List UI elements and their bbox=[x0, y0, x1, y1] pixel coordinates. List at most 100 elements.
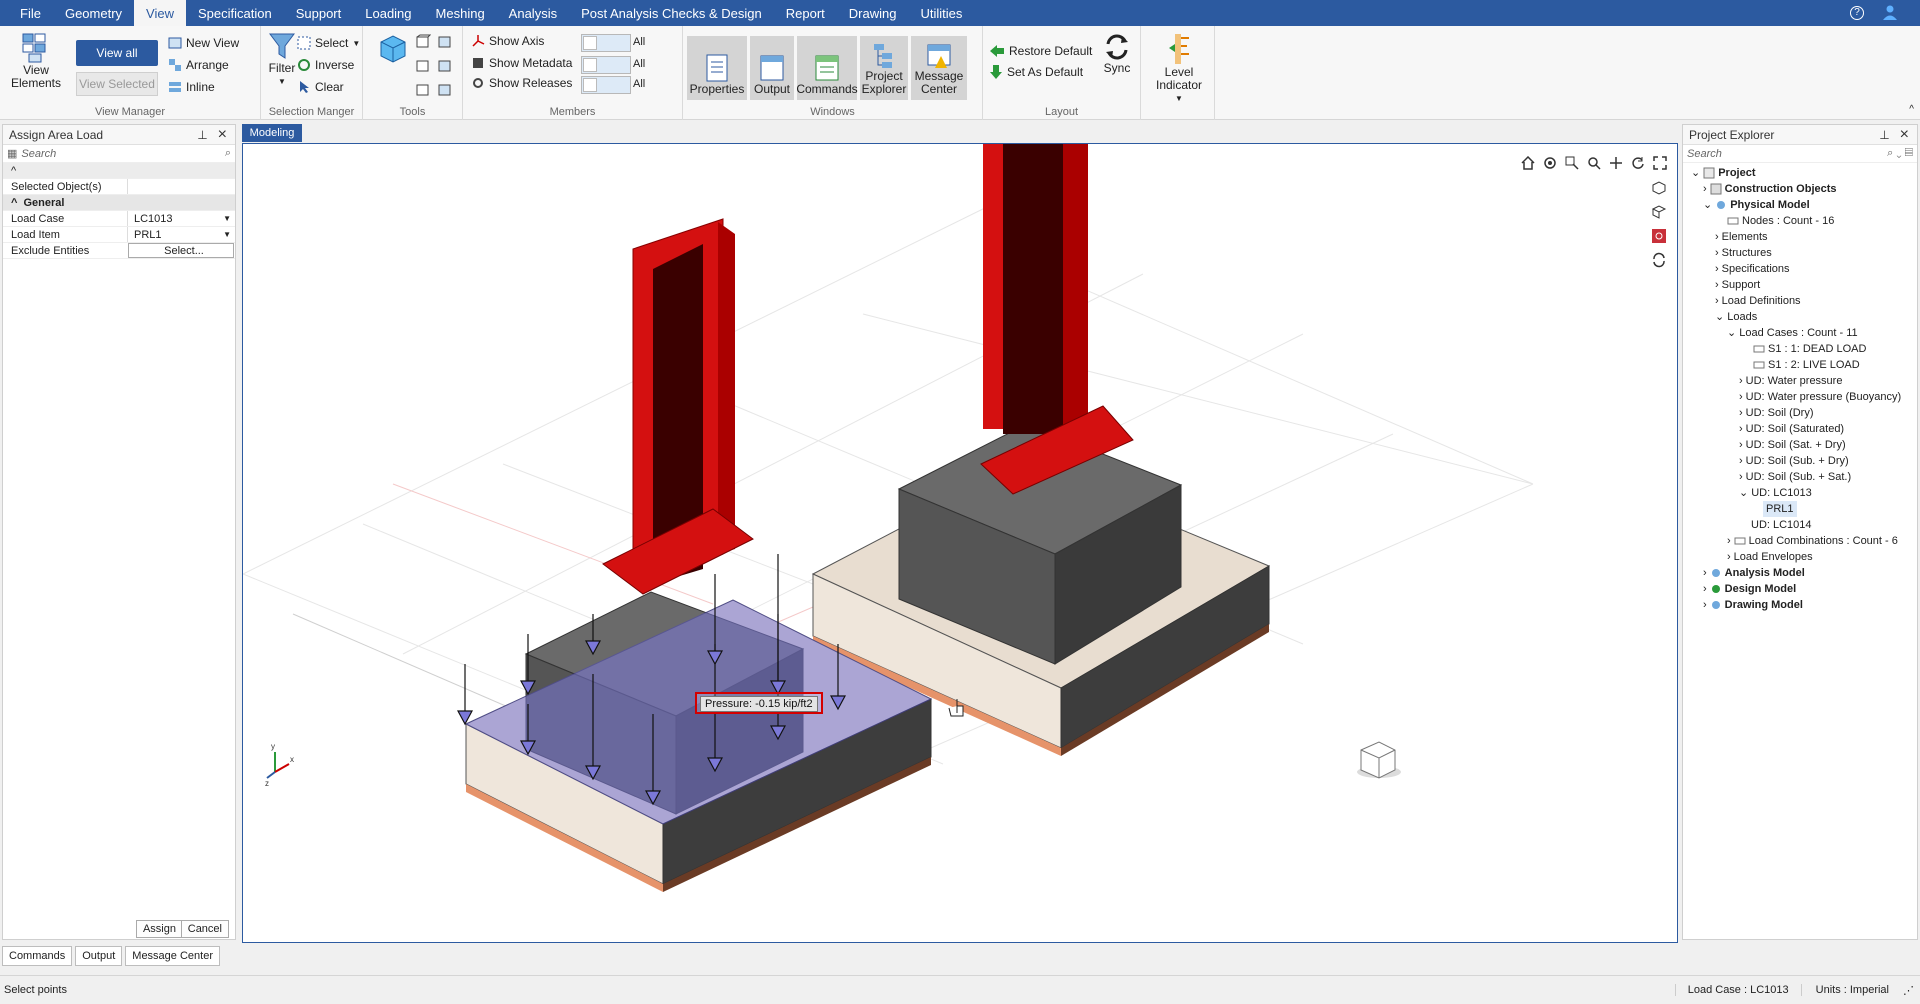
cancel-button[interactable]: Cancel bbox=[180, 920, 229, 938]
tree-node-soil-sat-dry[interactable]: › UD: Soil (Sat. + Dry) bbox=[1739, 437, 1846, 453]
tree-node-nodes[interactable]: Nodes : Count - 16 bbox=[1727, 213, 1834, 229]
cube-view-icon[interactable] bbox=[377, 32, 409, 64]
tree-node-lc1014[interactable]: UD: LC1014 bbox=[1751, 517, 1812, 533]
set-as-default-button[interactable]: Set As Default bbox=[989, 64, 1083, 80]
user-icon[interactable] bbox=[1882, 4, 1898, 23]
search-icon[interactable]: ⌕ ⌄ ▤ bbox=[1887, 147, 1913, 160]
tree-node-specifications[interactable]: › Specifications bbox=[1715, 261, 1790, 277]
selected-objects-value[interactable] bbox=[127, 179, 235, 194]
output-button[interactable]: Output bbox=[750, 36, 794, 100]
menu-post-analysis[interactable]: Post Analysis Checks & Design bbox=[569, 0, 774, 26]
message-center-button[interactable]: Message Center bbox=[911, 36, 967, 100]
tree-node-construction[interactable]: › Construction Objects bbox=[1703, 181, 1837, 197]
iso-view-icon[interactable] bbox=[437, 82, 453, 98]
zoom-window-icon[interactable] bbox=[1565, 156, 1579, 170]
arrange-button[interactable]: Arrange bbox=[168, 58, 229, 72]
general-section[interactable]: ^ General bbox=[3, 195, 235, 211]
help-icon[interactable]: ? bbox=[1850, 6, 1864, 20]
menu-file[interactable]: File bbox=[0, 0, 53, 26]
tree-node-analysis[interactable]: › Analysis Model bbox=[1703, 565, 1805, 581]
tree-node-structures[interactable]: › Structures bbox=[1715, 245, 1772, 261]
modeling-viewport[interactable]: y x z Pressure: -0.15 kip/ft2 bbox=[242, 143, 1678, 943]
collapse-row[interactable]: ^ bbox=[3, 163, 235, 179]
commands-button[interactable]: Commands bbox=[796, 36, 858, 100]
bottom-view-icon[interactable] bbox=[415, 82, 431, 98]
show-releases-option[interactable]: Show Releases bbox=[471, 76, 572, 90]
tree-node-soil-saturated[interactable]: › UD: Soil (Saturated) bbox=[1739, 421, 1844, 437]
menu-report[interactable]: Report bbox=[774, 0, 837, 26]
select-button[interactable]: Select ▼ bbox=[297, 36, 360, 50]
pan-icon[interactable] bbox=[1609, 156, 1623, 170]
menu-loading[interactable]: Loading bbox=[353, 0, 423, 26]
tree-node-physical[interactable]: ⌄ Physical Model bbox=[1703, 197, 1810, 213]
tab-modeling[interactable]: Modeling bbox=[242, 124, 302, 142]
zoom-icon[interactable] bbox=[1587, 156, 1601, 170]
fit-icon[interactable] bbox=[1653, 156, 1667, 170]
level-indicator-button[interactable]: Level Indicator ▼ bbox=[1147, 32, 1211, 105]
explorer-search[interactable]: Search ⌕ ⌄ ▤ bbox=[1683, 145, 1917, 163]
show-axis-option[interactable]: Show Axis bbox=[471, 34, 544, 48]
highlight-icon[interactable] bbox=[1651, 228, 1667, 244]
tab-output[interactable]: Output bbox=[75, 946, 123, 966]
menu-specification[interactable]: Specification bbox=[186, 0, 284, 26]
tree-node-load-combinations[interactable]: › Load Combinations : Count - 6 bbox=[1727, 533, 1898, 549]
load-item-select[interactable]: PRL1 ▼ bbox=[127, 227, 235, 242]
tree-node-elements[interactable]: › Elements bbox=[1715, 229, 1768, 245]
tree-node-water-buoyancy[interactable]: › UD: Water pressure (Buoyancy) bbox=[1739, 389, 1901, 405]
pin-icon[interactable]: ⊥ bbox=[1879, 128, 1889, 142]
home-icon[interactable] bbox=[1521, 156, 1535, 170]
metadata-toggle[interactable] bbox=[581, 56, 631, 74]
tree-node-load-cases[interactable]: ⌄ Load Cases : Count - 11 bbox=[1727, 325, 1858, 341]
tree-node-project[interactable]: ⌄ Project bbox=[1691, 165, 1756, 181]
menu-utilities[interactable]: Utilities bbox=[908, 0, 974, 26]
menu-support[interactable]: Support bbox=[284, 0, 354, 26]
project-explorer-button[interactable]: Project Explorer bbox=[860, 36, 908, 100]
render-settings-icon[interactable] bbox=[1651, 180, 1667, 196]
tree-node-soil-sub-dry[interactable]: › UD: Soil (Sub. + Dry) bbox=[1739, 453, 1849, 469]
properties-button[interactable]: Properties bbox=[687, 36, 747, 100]
filter-button[interactable]: Filter ▼ bbox=[263, 32, 301, 88]
tree-node-prl1[interactable]: PRL1 bbox=[1763, 501, 1797, 517]
restore-default-button[interactable]: Restore Default bbox=[989, 44, 1092, 58]
collapse-ribbon-icon[interactable]: ^ bbox=[1909, 104, 1914, 115]
releases-toggle[interactable] bbox=[581, 76, 631, 94]
menu-analysis[interactable]: Analysis bbox=[497, 0, 569, 26]
tree-node-soil-dry[interactable]: › UD: Soil (Dry) bbox=[1739, 405, 1814, 421]
top-view-icon[interactable] bbox=[437, 34, 453, 50]
tab-message-center[interactable]: Message Center bbox=[125, 946, 220, 966]
tree-node-support[interactable]: › Support bbox=[1715, 277, 1760, 293]
sync-button[interactable]: Sync bbox=[1097, 32, 1137, 75]
search-icon[interactable]: ⌕ bbox=[225, 147, 231, 160]
menu-geometry[interactable]: Geometry bbox=[53, 0, 134, 26]
rotate-icon[interactable] bbox=[1631, 156, 1645, 170]
menu-drawing[interactable]: Drawing bbox=[837, 0, 909, 26]
inverse-button[interactable]: Inverse bbox=[297, 58, 354, 72]
show-metadata-option[interactable]: Show Metadata bbox=[471, 56, 572, 70]
close-icon[interactable]: × bbox=[218, 126, 227, 144]
front-view-icon[interactable] bbox=[415, 34, 431, 50]
tree-node-lc1013[interactable]: ⌄ UD: LC1013 bbox=[1739, 485, 1812, 501]
refresh-icon[interactable] bbox=[1651, 252, 1667, 268]
tree-node-load-envelopes[interactable]: › Load Envelopes bbox=[1727, 549, 1813, 565]
view-elements-button[interactable]: View Elements bbox=[8, 32, 64, 90]
inline-button[interactable]: Inline bbox=[168, 80, 215, 94]
load-case-select[interactable]: LC1013 ▼ bbox=[127, 211, 235, 226]
new-view-button[interactable]: New View bbox=[168, 36, 239, 50]
tree-node-drawing[interactable]: › Drawing Model bbox=[1703, 597, 1803, 613]
tree-node-loads[interactable]: ⌄ Loads bbox=[1715, 309, 1757, 325]
clear-button[interactable]: Clear bbox=[297, 80, 344, 94]
tree-node-soil-sub-sat[interactable]: › UD: Soil (Sub. + Sat.) bbox=[1739, 469, 1851, 485]
resize-grip-icon[interactable]: ⋰ bbox=[1903, 984, 1920, 997]
menu-meshing[interactable]: Meshing bbox=[424, 0, 497, 26]
tree-node-dead-load[interactable]: S1 : 1: DEAD LOAD bbox=[1753, 341, 1866, 357]
orbit-icon[interactable] bbox=[1543, 156, 1557, 170]
box-view-icon[interactable] bbox=[1651, 204, 1667, 220]
view-selected-button[interactable]: View Selected bbox=[76, 72, 158, 96]
view-all-button[interactable]: View all bbox=[76, 40, 158, 66]
assign-button[interactable]: Assign bbox=[135, 920, 183, 938]
menu-view[interactable]: View bbox=[134, 0, 186, 26]
back-view-icon[interactable] bbox=[437, 58, 453, 74]
close-icon[interactable]: × bbox=[1900, 126, 1909, 144]
3d-model-view[interactable]: y x z bbox=[243, 144, 1677, 942]
tree-node-design[interactable]: › Design Model bbox=[1703, 581, 1796, 597]
